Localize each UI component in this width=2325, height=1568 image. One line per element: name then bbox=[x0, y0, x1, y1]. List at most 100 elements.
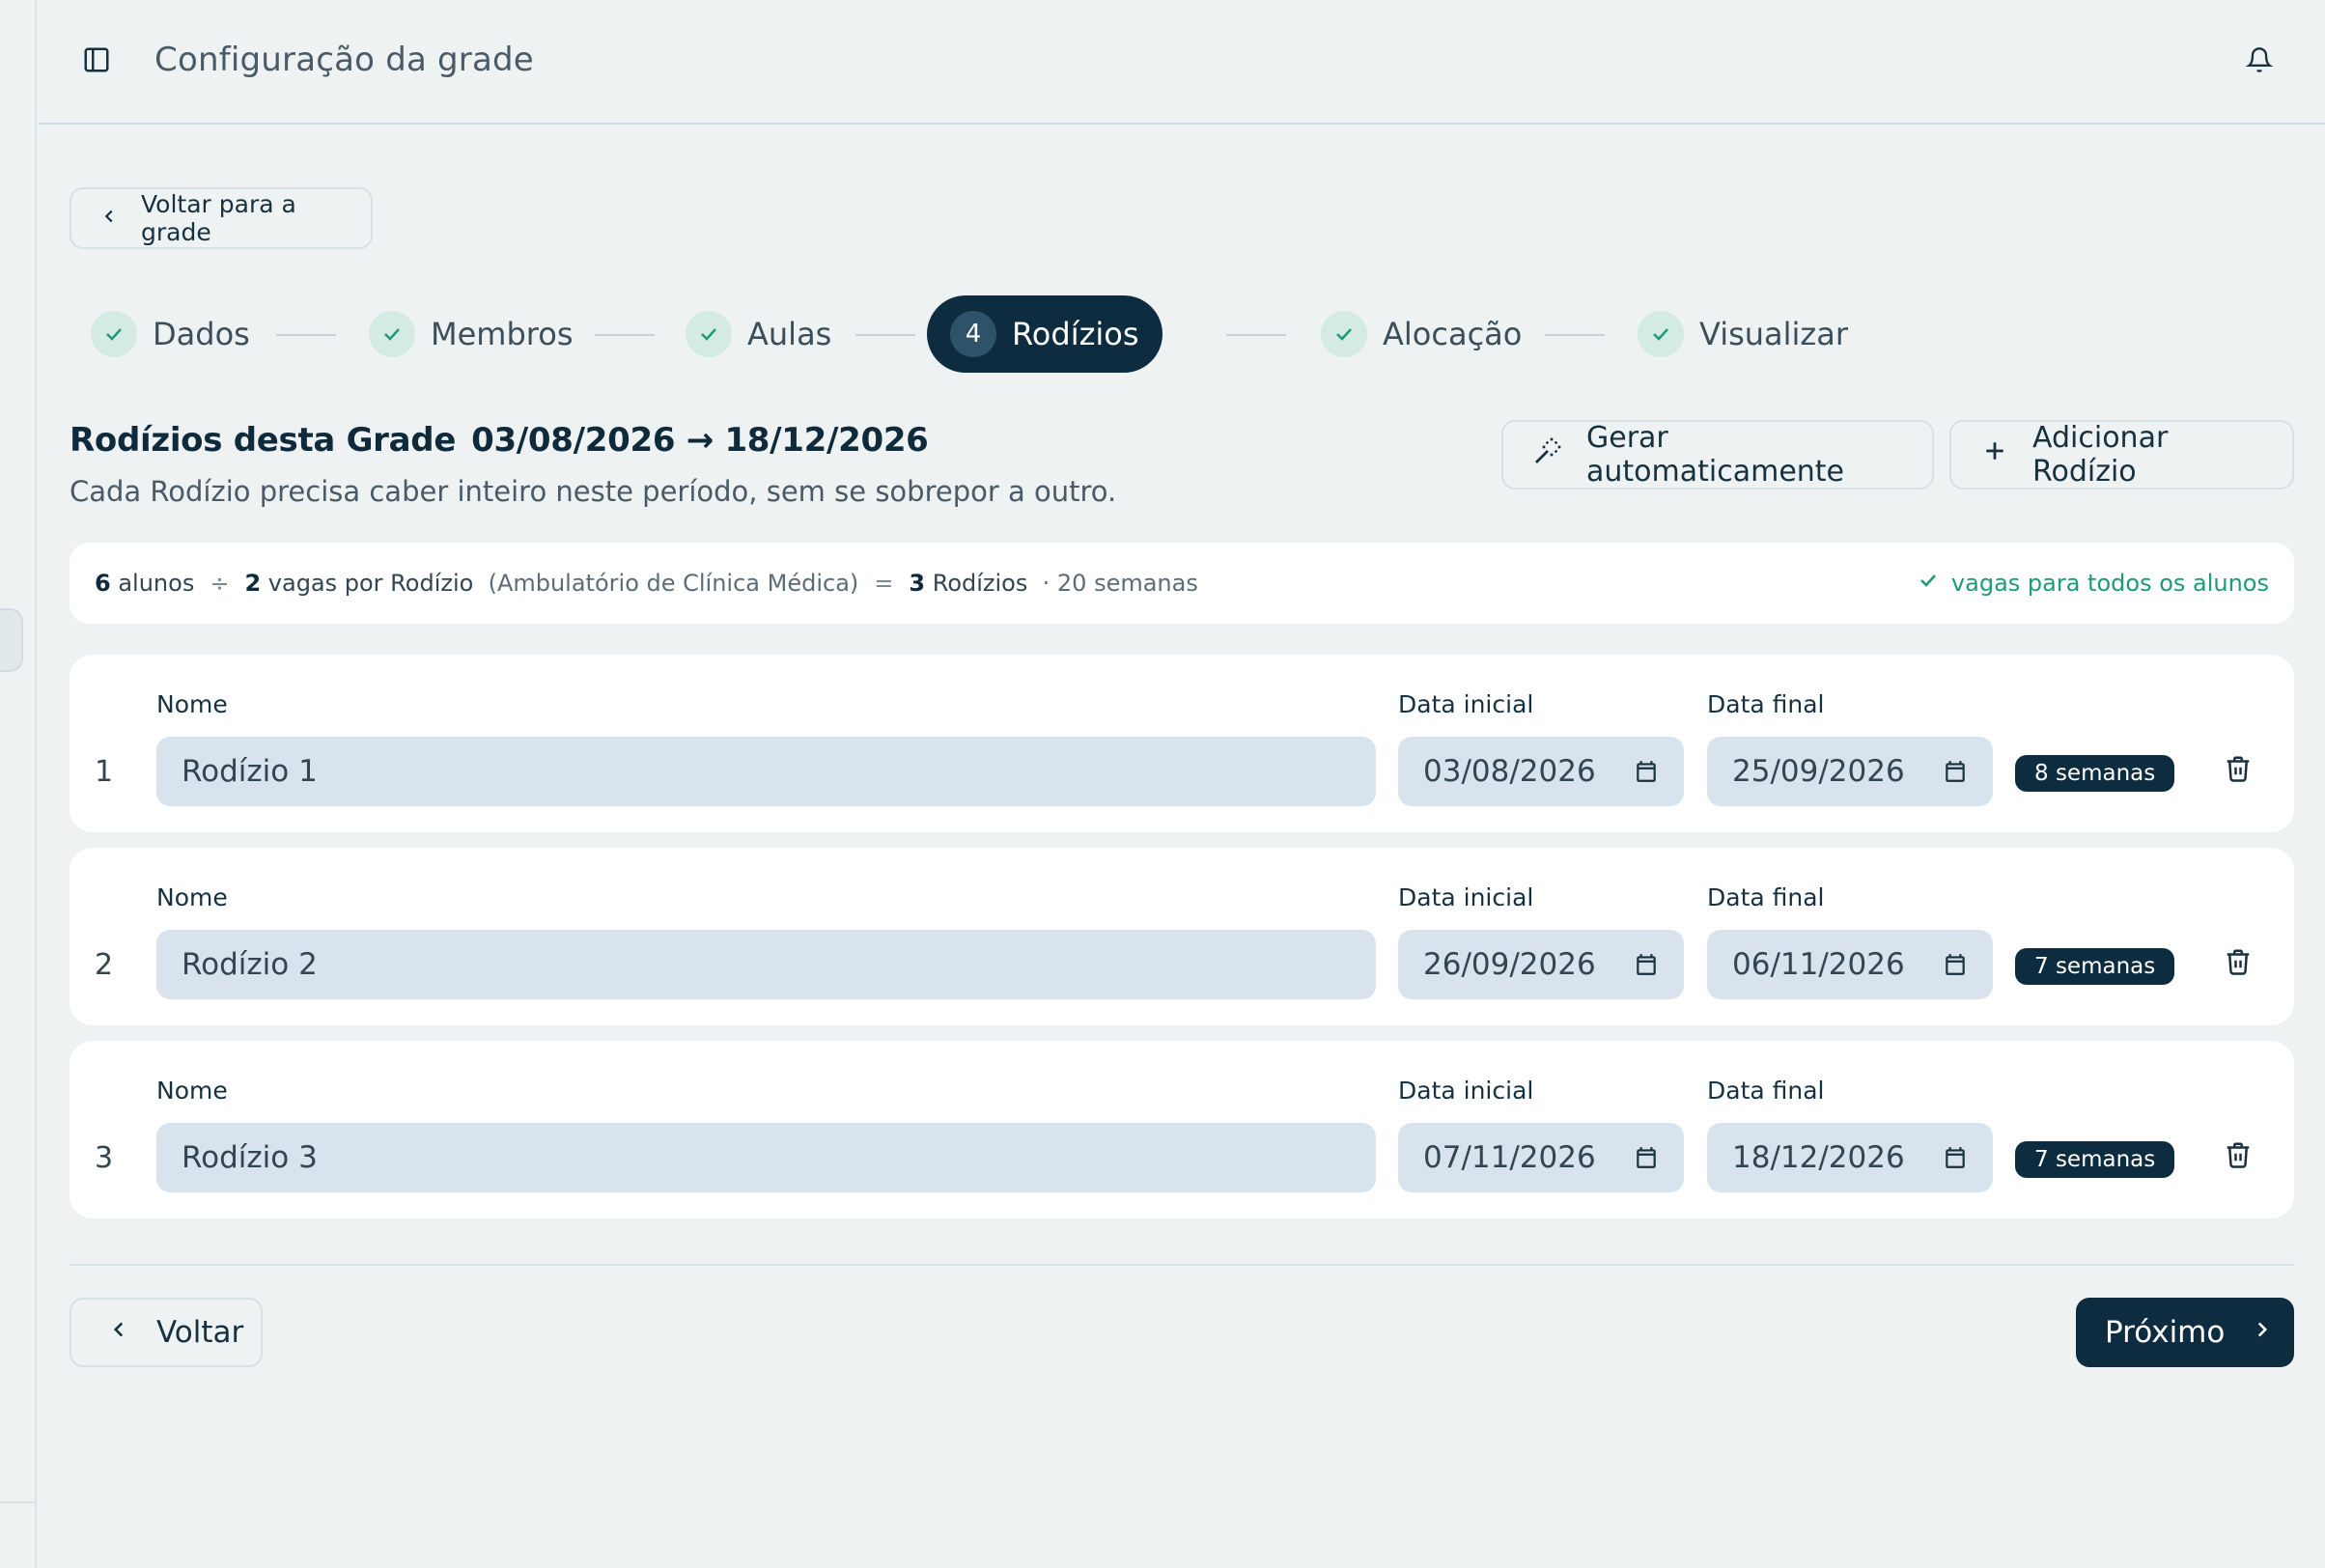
rotation-name-value: Rodízio 2 bbox=[182, 947, 318, 982]
check-icon bbox=[686, 311, 732, 357]
capacity-status-label: vagas para todos os alunos bbox=[1950, 570, 2269, 597]
start-date-input[interactable]: 03/08/2026 bbox=[1398, 737, 1684, 806]
step-connector bbox=[1545, 334, 1605, 336]
step-alocacao[interactable]: Alocação bbox=[1321, 295, 1522, 373]
step-aulas[interactable]: Aulas bbox=[686, 295, 831, 373]
check-icon bbox=[1638, 311, 1684, 357]
capacity-summary: 6 alunos ÷ 2 vagas por Rodízio (Ambulató… bbox=[70, 543, 2294, 624]
end-date-value: 18/12/2026 bbox=[1732, 1140, 1905, 1175]
back-button-label: Voltar bbox=[156, 1315, 244, 1350]
end-date-label: Data final bbox=[1707, 690, 1825, 718]
plus-icon bbox=[1980, 436, 2009, 473]
add-rotation-button[interactable]: Adicionar Rodízio bbox=[1949, 420, 2294, 490]
equals-operator: = bbox=[874, 570, 894, 597]
sidebar-toggle-icon[interactable] bbox=[81, 44, 112, 75]
stepper: Dados Membros Aulas 4 Rodízios Alocação … bbox=[91, 295, 1848, 373]
divide-operator: ÷ bbox=[210, 570, 230, 597]
page-title: Configuração da grade bbox=[154, 41, 534, 79]
step-label: Alocação bbox=[1383, 316, 1523, 352]
auto-generate-label: Gerar automaticamente bbox=[1586, 421, 1845, 489]
calendar-icon[interactable] bbox=[1943, 952, 1968, 977]
rotation-name-value: Rodízio 1 bbox=[182, 754, 318, 789]
step-label: Rodízios bbox=[1012, 316, 1139, 352]
name-label: Nome bbox=[156, 883, 228, 911]
start-date-value: 26/09/2026 bbox=[1423, 947, 1596, 982]
step-dados[interactable]: Dados bbox=[91, 295, 250, 373]
check-icon bbox=[91, 311, 137, 357]
slots-label: vagas por Rodízio bbox=[267, 570, 474, 597]
chevron-right-icon bbox=[2250, 1315, 2275, 1350]
weeks-badge: 8 semanas bbox=[2015, 755, 2175, 792]
step-label: Dados bbox=[153, 316, 250, 352]
calendar-icon[interactable] bbox=[1943, 1145, 1968, 1170]
trash-icon[interactable] bbox=[2219, 749, 2257, 788]
trash-icon[interactable] bbox=[2219, 942, 2257, 981]
end-date-label: Data final bbox=[1707, 883, 1825, 911]
check-icon bbox=[1321, 311, 1367, 357]
back-button[interactable]: Voltar bbox=[70, 1298, 263, 1367]
rotations-label: Rodízios bbox=[932, 570, 1028, 597]
add-rotation-label: Adicionar Rodízio bbox=[2032, 421, 2169, 489]
section-title: Rodízios desta Grade 03/08/2026 → 18/12/2… bbox=[70, 421, 929, 460]
check-icon bbox=[1917, 569, 1940, 598]
sidebar-handle[interactable] bbox=[0, 608, 23, 672]
weeks-badge: 7 semanas bbox=[2015, 948, 2175, 985]
rotation-row: 3 Nome Data inicial Data final Rodízio 3… bbox=[70, 1041, 2294, 1218]
rotation-name-input[interactable]: Rodízio 2 bbox=[156, 930, 1376, 999]
step-membros[interactable]: Membros bbox=[369, 295, 573, 373]
top-bar: Configuração da grade bbox=[39, 0, 2325, 125]
start-date-label: Data inicial bbox=[1398, 690, 1534, 718]
start-date-value: 03/08/2026 bbox=[1423, 754, 1596, 789]
end-date-input[interactable]: 25/09/2026 bbox=[1707, 737, 1993, 806]
trash-icon[interactable] bbox=[2219, 1135, 2257, 1174]
end-date-input[interactable]: 18/12/2026 bbox=[1707, 1123, 1993, 1192]
calendar-icon[interactable] bbox=[1634, 759, 1659, 784]
rotation-row: 1 Nome Data inicial Data final Rodízio 1… bbox=[70, 655, 2294, 832]
start-date-label: Data inicial bbox=[1398, 1077, 1534, 1105]
start-date-input[interactable]: 07/11/2026 bbox=[1398, 1123, 1684, 1192]
students-count: 6 bbox=[95, 570, 111, 597]
end-date-input[interactable]: 06/11/2026 bbox=[1707, 930, 1993, 999]
step-rodizios[interactable]: 4 Rodízios bbox=[927, 295, 1162, 373]
auto-generate-button[interactable]: Gerar automaticamente bbox=[1501, 420, 1934, 490]
end-date-value: 06/11/2026 bbox=[1732, 947, 1905, 982]
weeks-total: · 20 semanas bbox=[1042, 570, 1198, 597]
calendar-icon[interactable] bbox=[1943, 759, 1968, 784]
chevron-left-icon bbox=[106, 1315, 131, 1350]
capacity-status: vagas para todos os alunos bbox=[1917, 569, 2269, 598]
row-index: 3 bbox=[95, 1141, 114, 1175]
rail-divider bbox=[0, 1501, 37, 1503]
end-date-value: 25/09/2026 bbox=[1732, 754, 1905, 789]
section-title-text: Rodízios desta Grade bbox=[70, 421, 457, 460]
next-button-label: Próximo bbox=[2105, 1315, 2226, 1350]
back-to-grid-label: Voltar para a grade bbox=[141, 190, 296, 246]
next-button[interactable]: Próximo bbox=[2076, 1298, 2294, 1367]
rotations-count: 3 bbox=[909, 570, 926, 597]
step-connector bbox=[276, 334, 336, 336]
bell-icon[interactable] bbox=[2244, 44, 2275, 75]
start-date-input[interactable]: 26/09/2026 bbox=[1398, 930, 1684, 999]
rotation-name-input[interactable]: Rodízio 1 bbox=[156, 737, 1376, 806]
slots-count: 2 bbox=[244, 570, 262, 597]
section-date-range: 03/08/2026 → 18/12/2026 bbox=[471, 421, 929, 460]
start-date-label: Data inicial bbox=[1398, 883, 1534, 911]
section-subtitle: Cada Rodízio precisa caber inteiro neste… bbox=[70, 475, 1117, 508]
row-index: 2 bbox=[95, 948, 114, 982]
rotation-name-input[interactable]: Rodízio 3 bbox=[156, 1123, 1376, 1192]
step-connector bbox=[595, 334, 655, 336]
back-to-grid-link[interactable]: Voltar para a grade bbox=[70, 187, 373, 249]
left-rail bbox=[0, 0, 37, 1568]
step-label: Membros bbox=[431, 316, 574, 352]
weeks-badge: 7 semanas bbox=[2015, 1141, 2175, 1178]
start-date-value: 07/11/2026 bbox=[1423, 1140, 1596, 1175]
step-connector bbox=[855, 334, 915, 336]
step-label: Aulas bbox=[747, 316, 832, 352]
step-visualizar[interactable]: Visualizar bbox=[1638, 295, 1848, 373]
calendar-icon[interactable] bbox=[1634, 1145, 1659, 1170]
check-icon bbox=[369, 311, 415, 357]
row-index: 1 bbox=[95, 755, 114, 789]
step-number: 4 bbox=[950, 311, 996, 357]
calendar-icon[interactable] bbox=[1634, 952, 1659, 977]
end-date-label: Data final bbox=[1707, 1077, 1825, 1105]
students-label: alunos bbox=[118, 570, 195, 597]
